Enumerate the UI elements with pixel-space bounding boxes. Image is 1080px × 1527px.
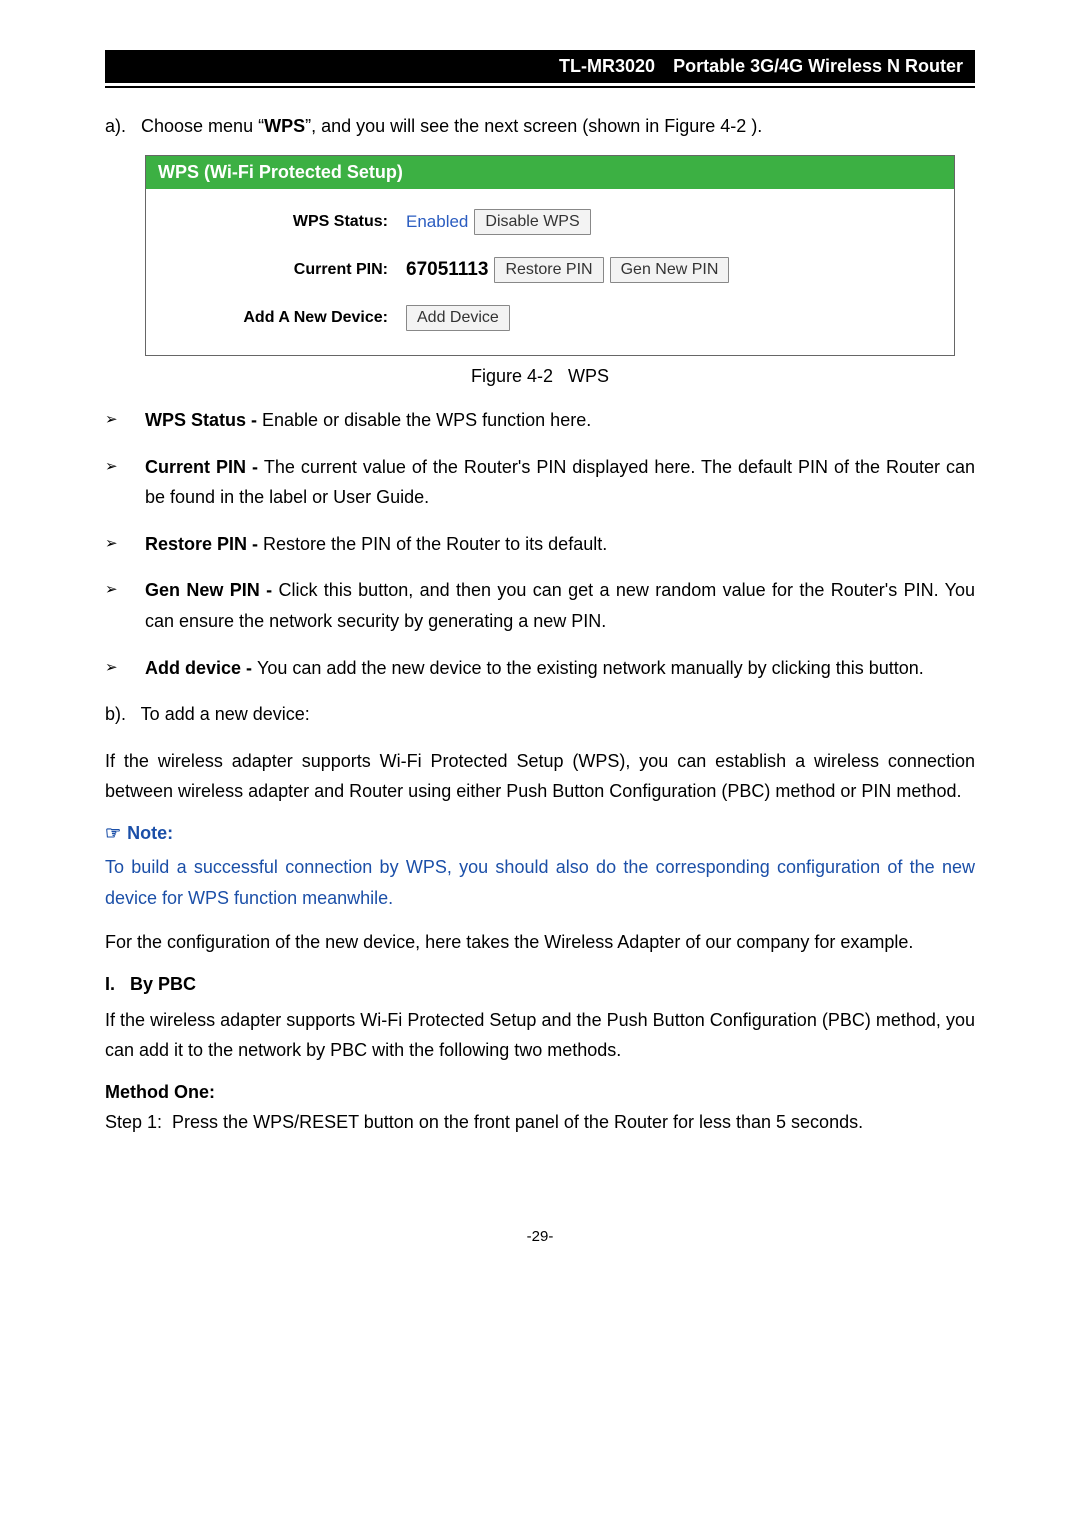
step-1: Step 1: Press the WPS/RESET button on th… <box>105 1107 975 1138</box>
bullet-wps-status: ➢ WPS Status - Enable or disable the WPS… <box>105 405 975 436</box>
page-number: -29- <box>105 1228 975 1245</box>
bullet-add-device: ➢ Add device - You can add the new devic… <box>105 653 975 684</box>
bullet-arrow-icon: ➢ <box>105 452 145 513</box>
document-header: TL-MR3020 Portable 3G/4G Wireless N Rout… <box>105 50 975 83</box>
section-a-prefix: a). Choose menu “ <box>105 116 264 136</box>
bullet-arrow-icon: ➢ <box>105 405 145 436</box>
bullet-gen-new-pin: ➢ Gen New PIN - Click this button, and t… <box>105 575 975 636</box>
bullet-term: Gen New PIN - <box>145 580 278 600</box>
bullet-desc: You can add the new device to the existi… <box>257 658 924 678</box>
feature-bullet-list: ➢ WPS Status - Enable or disable the WPS… <box>105 405 975 683</box>
bullet-arrow-icon: ➢ <box>105 575 145 636</box>
bullet-term: WPS Status - <box>145 410 262 430</box>
figure-caption: Figure 4-2 WPS <box>105 366 975 387</box>
note-text: To build a successful connection by WPS,… <box>105 852 975 913</box>
bullet-arrow-icon: ➢ <box>105 653 145 684</box>
header-model: TL-MR3020 <box>559 56 673 77</box>
method-one-heading: Method One: <box>105 1082 975 1103</box>
bullet-term: Current PIN - <box>145 457 264 477</box>
section-a-intro: a). Choose menu “WPS”, and you will see … <box>105 116 975 137</box>
header-product: Portable 3G/4G Wireless N Router <box>673 56 963 77</box>
current-pin-value: 67051113 <box>406 259 488 281</box>
section-a-menu: WPS <box>264 116 305 136</box>
header-divider <box>105 86 975 88</box>
section-b-paragraph: If the wireless adapter supports Wi-Fi P… <box>105 746 975 807</box>
wps-figure-title: WPS (Wi-Fi Protected Setup) <box>146 156 954 189</box>
section-a-suffix: ”, and you will see the next screen (sho… <box>305 116 762 136</box>
disable-wps-button[interactable]: Disable WPS <box>474 209 590 235</box>
note-heading: ☞ Note: <box>105 823 975 844</box>
add-device-button[interactable]: Add Device <box>406 305 510 331</box>
gen-new-pin-button[interactable]: Gen New PIN <box>610 257 730 283</box>
add-device-row: Add A New Device: Add Device <box>158 305 942 331</box>
bullet-desc: The current value of the Router's PIN di… <box>145 457 975 508</box>
wps-status-row: WPS Status: Enabled Disable WPS <box>158 209 942 235</box>
section-b-heading: b). To add a new device: <box>105 699 975 730</box>
bullet-restore-pin: ➢ Restore PIN - Restore the PIN of the R… <box>105 529 975 560</box>
bullet-arrow-icon: ➢ <box>105 529 145 560</box>
wps-status-label: WPS Status: <box>158 213 406 231</box>
by-pbc-heading: I. By PBC <box>105 974 975 995</box>
current-pin-row: Current PIN: 67051113 Restore PIN Gen Ne… <box>158 257 942 283</box>
pointing-hand-icon: ☞ <box>105 823 121 843</box>
bullet-desc: Enable or disable the WPS function here. <box>262 410 591 430</box>
current-pin-label: Current PIN: <box>158 261 406 279</box>
bullet-term: Add device - <box>145 658 257 678</box>
wps-status-value: Enabled <box>406 212 468 232</box>
bullet-current-pin: ➢ Current PIN - The current value of the… <box>105 452 975 513</box>
wps-figure: WPS (Wi-Fi Protected Setup) WPS Status: … <box>145 155 955 356</box>
bullet-desc: Restore the PIN of the Router to its def… <box>263 534 607 554</box>
config-paragraph: For the configuration of the new device,… <box>105 927 975 958</box>
restore-pin-button[interactable]: Restore PIN <box>494 257 603 283</box>
note-heading-text: Note: <box>127 823 173 843</box>
pbc-paragraph: If the wireless adapter supports Wi-Fi P… <box>105 1005 975 1066</box>
bullet-term: Restore PIN - <box>145 534 263 554</box>
add-device-label: Add A New Device: <box>158 309 406 327</box>
